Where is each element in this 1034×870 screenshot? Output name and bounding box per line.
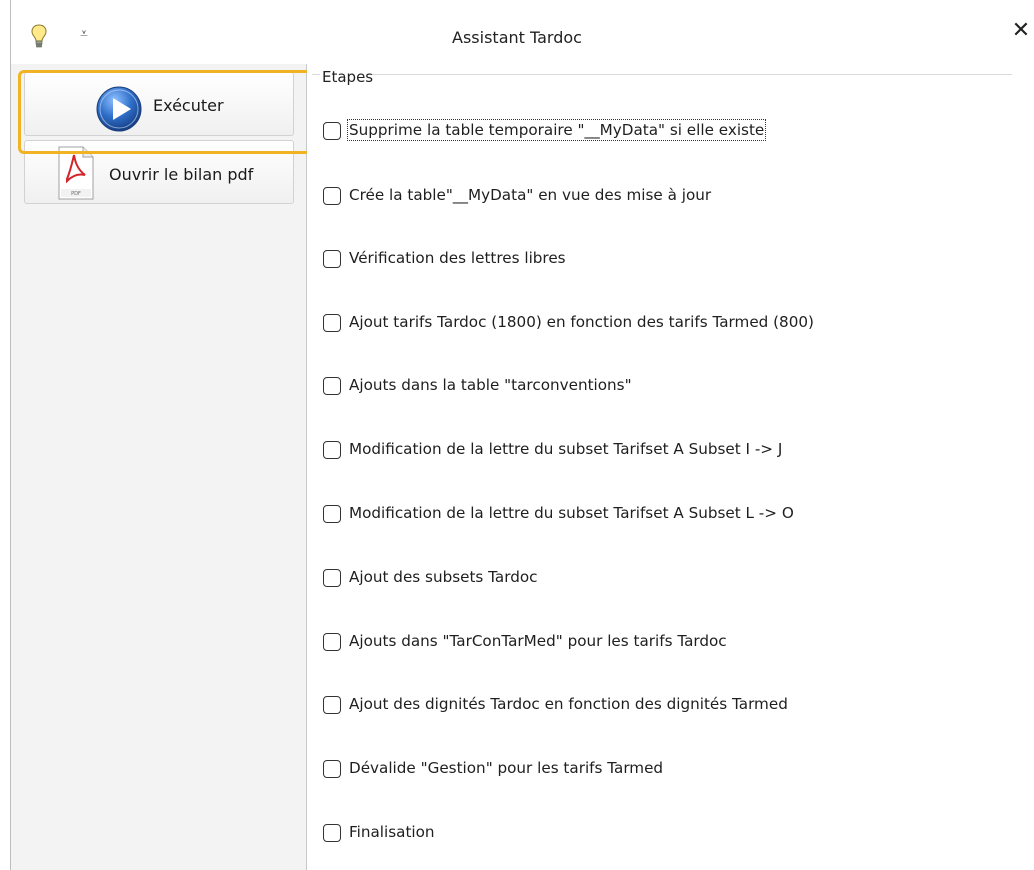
step-checkbox[interactable]	[323, 696, 341, 714]
step-label: Ajout des dignités Tardoc en fonction de…	[349, 695, 788, 713]
play-icon	[96, 86, 142, 132]
step-label: Dévalide "Gestion" pour les tarifs Tarme…	[349, 759, 664, 777]
step-label: Finalisation	[349, 823, 435, 841]
group-border	[312, 74, 320, 75]
svg-text:PDF: PDF	[71, 191, 81, 197]
step-checkbox[interactable]	[323, 377, 341, 395]
window-title: Assistant Tardoc	[452, 28, 582, 47]
step-checkbox[interactable]	[323, 824, 341, 842]
step-checkbox[interactable]	[323, 760, 341, 778]
step-label: Crée la table"__MyData" en vue des mise …	[349, 186, 712, 204]
step-label: Ajout tarifs Tardoc (1800) en fonction d…	[349, 313, 814, 331]
assistant-window: ⩡ Assistant Tardoc ✕ Exécuter PDF Ouvrir…	[0, 0, 1034, 870]
step-label: Modification de la lettre du subset Tari…	[349, 504, 794, 522]
step-checkbox[interactable]	[323, 122, 341, 140]
step-label: Vérification des lettres libres	[349, 249, 566, 267]
step-label: Modification de la lettre du subset Tari…	[349, 440, 783, 458]
step-checkbox[interactable]	[323, 633, 341, 651]
run-button[interactable]: Exécuter	[24, 72, 294, 136]
steps-panel	[307, 64, 1034, 870]
step-checkbox[interactable]	[323, 187, 341, 205]
step-checkbox[interactable]	[323, 505, 341, 523]
steps-group-title: Etapes	[322, 68, 374, 86]
step-checkbox[interactable]	[323, 250, 341, 268]
step-checkbox[interactable]	[323, 314, 341, 332]
step-label: Supprime la table temporaire "__MyData" …	[346, 119, 767, 141]
close-icon[interactable]: ✕	[1008, 18, 1034, 44]
step-checkbox[interactable]	[323, 441, 341, 459]
open-pdf-button-label: Ouvrir le bilan pdf	[109, 165, 254, 184]
open-pdf-button[interactable]: PDF Ouvrir le bilan pdf	[24, 140, 294, 204]
step-label: Ajouts dans "TarConTarMed" pour les tari…	[349, 632, 727, 650]
pdf-file-icon: PDF	[58, 146, 94, 200]
group-border	[372, 74, 1012, 75]
step-checkbox[interactable]	[323, 569, 341, 587]
step-label: Ajouts dans la table "tarconventions"	[349, 376, 632, 394]
run-button-label: Exécuter	[153, 96, 224, 115]
step-label: Ajout des subsets Tardoc	[349, 568, 538, 586]
title-bar: ⩡ Assistant Tardoc ✕	[0, 0, 1034, 64]
